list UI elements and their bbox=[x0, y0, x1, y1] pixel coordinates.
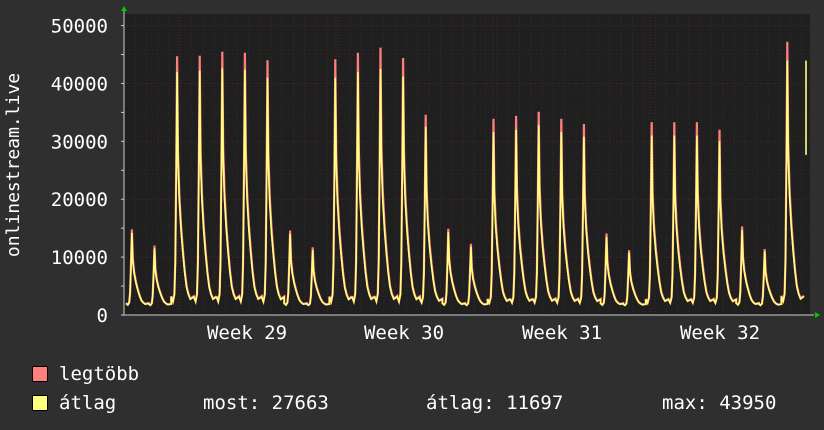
legend-item-avg: átlag most: 27663 átlag: 11697 max: 4395… bbox=[32, 392, 802, 414]
y-tick-label: 20000 bbox=[51, 189, 108, 211]
legend-label-max: legtöbb bbox=[59, 363, 140, 385]
y-tick-label: 0 bbox=[97, 305, 108, 327]
x-tick-label: Week 31 bbox=[522, 322, 602, 344]
legend-swatch-avg bbox=[32, 395, 48, 411]
x-axis-arrow-icon bbox=[815, 312, 820, 318]
legend-label-avg: átlag bbox=[59, 392, 117, 414]
y-tick-label: 50000 bbox=[51, 16, 108, 38]
y-tick-label: 30000 bbox=[51, 131, 108, 153]
y-axis-arrow-icon bbox=[121, 6, 127, 11]
x-tick-label: Week 29 bbox=[207, 322, 287, 344]
stat-maximum: max: 43950 bbox=[662, 392, 777, 414]
y-tick-labels: 0 10000 20000 30000 40000 50000 bbox=[51, 16, 108, 327]
y-axis-label: onlinestream.live bbox=[3, 73, 24, 257]
x-tick-label: Week 32 bbox=[680, 322, 760, 344]
stat-average: átlag: 11697 bbox=[426, 392, 564, 414]
y-tick-label: 40000 bbox=[51, 73, 108, 95]
x-tick-label: Week 30 bbox=[364, 322, 444, 344]
stat-current: most: 27663 bbox=[203, 392, 329, 414]
y-tick-label: 10000 bbox=[51, 247, 108, 269]
x-tick-labels: Week 29 Week 30 Week 31 Week 32 bbox=[207, 322, 760, 344]
traffic-chart: 0 10000 20000 30000 40000 50000 Week 29 Week 3… bbox=[3, 6, 820, 344]
legend-swatch-max bbox=[32, 366, 48, 382]
chart-container: 0 10000 20000 30000 40000 50000 Week 29 Week 3… bbox=[0, 0, 824, 430]
plot-area bbox=[124, 14, 810, 315]
